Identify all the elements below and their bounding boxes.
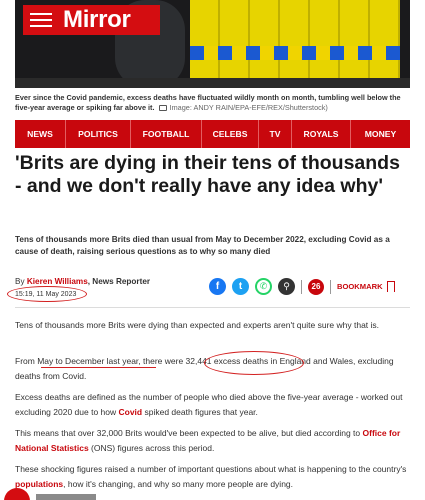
populations-link[interactable]: populations — [15, 479, 63, 489]
whatsapp-icon[interactable]: ✆ — [255, 278, 272, 295]
divider — [330, 279, 331, 294]
byline: By Kieren Williams, News Reporter — [15, 277, 150, 286]
article-standfirst: Tens of thousands more Brits died than u… — [15, 235, 390, 256]
annotation-circle-deaths — [204, 351, 304, 375]
divider — [301, 279, 302, 294]
facebook-icon[interactable]: f — [209, 278, 226, 295]
paragraph-4-text-a: This means that over 32,000 Brits would'… — [15, 428, 363, 438]
twitter-icon[interactable]: t — [232, 278, 249, 295]
hamburger-icon[interactable] — [30, 13, 52, 27]
site-header: Mirror — [23, 5, 160, 35]
comments-icon[interactable]: 26 — [308, 278, 324, 295]
bookmark-button[interactable]: BOOKMARK — [337, 281, 395, 292]
annotation-underline — [41, 367, 156, 369]
annotation-circle-date — [7, 286, 87, 302]
bookmark-label: BOOKMARK — [337, 282, 383, 291]
nav-royals[interactable]: ROYALS — [292, 120, 351, 148]
article-headline: 'Brits are dying in their tens of thousa… — [15, 152, 400, 197]
section-nav: NEWS POLITICS FOOTBALL CELEBS TV ROYALS … — [15, 120, 410, 148]
paragraph-3-text-b: spiked death figures that year. — [142, 407, 258, 417]
share-bar: f t ✆ ⚲ 26 BOOKMARK — [209, 278, 395, 295]
byline-prefix: By — [15, 277, 25, 286]
nav-money[interactable]: MONEY — [351, 120, 410, 148]
divider — [15, 307, 410, 308]
nav-news[interactable]: NEWS — [15, 120, 66, 148]
image-credit: Image: ANDY RAIN/EPA-EFE/REX/Shutterstoc… — [169, 103, 328, 112]
author-role: , News Reporter — [87, 277, 151, 286]
nav-politics[interactable]: POLITICS — [66, 120, 131, 148]
related-thumbnail-image — [36, 494, 96, 500]
nav-football[interactable]: FOOTBALL — [131, 120, 202, 148]
image-caption: Ever since the Covid pandemic, excess de… — [15, 93, 410, 113]
bookmark-icon — [386, 281, 395, 292]
paragraph-5-text-a: These shocking figures raised a number o… — [15, 464, 407, 474]
paragraph-3: Excess deaths are defined as the number … — [15, 390, 410, 420]
covid-link[interactable]: Covid — [119, 407, 143, 417]
camera-icon — [158, 105, 167, 111]
paragraph-4: This means that over 32,000 Brits would'… — [15, 426, 410, 456]
author-link[interactable]: Kieren Williams — [27, 277, 88, 286]
paragraph-5-text-b: , how it's changing, and why so many mor… — [63, 479, 294, 489]
paragraph-4-text-b: (ONS) figures across this period. — [88, 443, 215, 453]
site-logo[interactable]: Mirror — [63, 6, 131, 34]
link-icon[interactable]: ⚲ — [278, 278, 295, 295]
nav-celebs[interactable]: CELEBS — [202, 120, 259, 148]
nav-tv[interactable]: TV — [259, 120, 292, 148]
paragraph-5: These shocking figures raised a number o… — [15, 462, 410, 492]
paragraph-1: Tens of thousands more Brits were dying … — [15, 320, 380, 330]
